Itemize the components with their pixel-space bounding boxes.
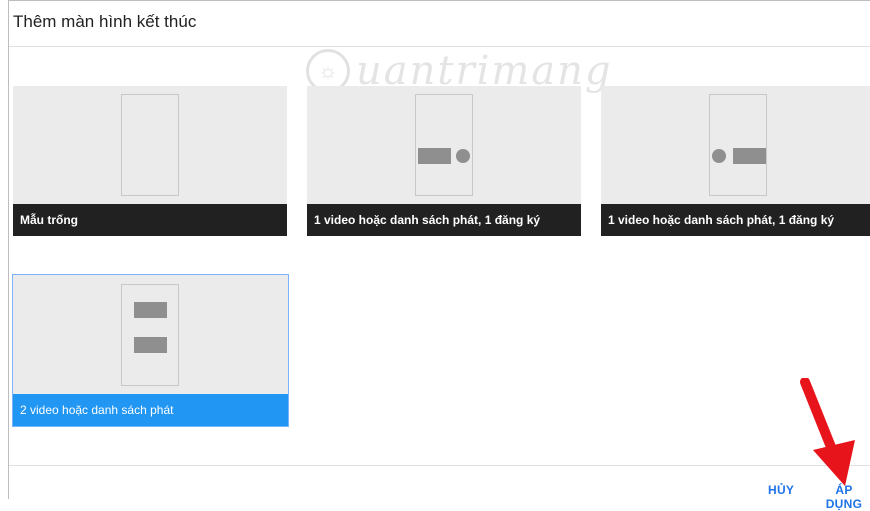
template-card-video-subscribe[interactable]: 1 video hoặc danh sách phát, 1 đăng ký [307,86,581,236]
video-element-icon [418,148,451,164]
template-label: 2 video hoặc danh sách phát [13,394,288,426]
video-element-icon [134,302,167,318]
title-divider [9,46,870,47]
video-element-icon [733,148,766,164]
video-element-icon [134,337,167,353]
template-label: 1 video hoặc danh sách phát, 1 đăng ký [601,204,870,236]
template-preview-frame [709,94,767,196]
red-arrow-annotation-icon [800,378,855,486]
template-preview-frame [121,94,179,196]
subscribe-element-icon [712,149,726,163]
dialog-title: Thêm màn hình kết thúc [13,12,197,31]
template-preview-frame [415,94,473,196]
template-label: 1 video hoặc danh sách phát, 1 đăng ký [307,204,581,236]
cancel-button[interactable]: HỦY [768,483,794,497]
footer-divider [9,465,870,466]
template-label: Mẫu trống [13,204,287,236]
template-preview-frame [121,284,179,386]
template-card-two-videos[interactable]: 2 video hoặc danh sách phát [12,274,289,427]
subscribe-element-icon [456,149,470,163]
template-card-blank[interactable]: Mẫu trống [13,86,287,236]
template-card-subscribe-video[interactable]: 1 video hoặc danh sách phát, 1 đăng ký [601,86,870,236]
